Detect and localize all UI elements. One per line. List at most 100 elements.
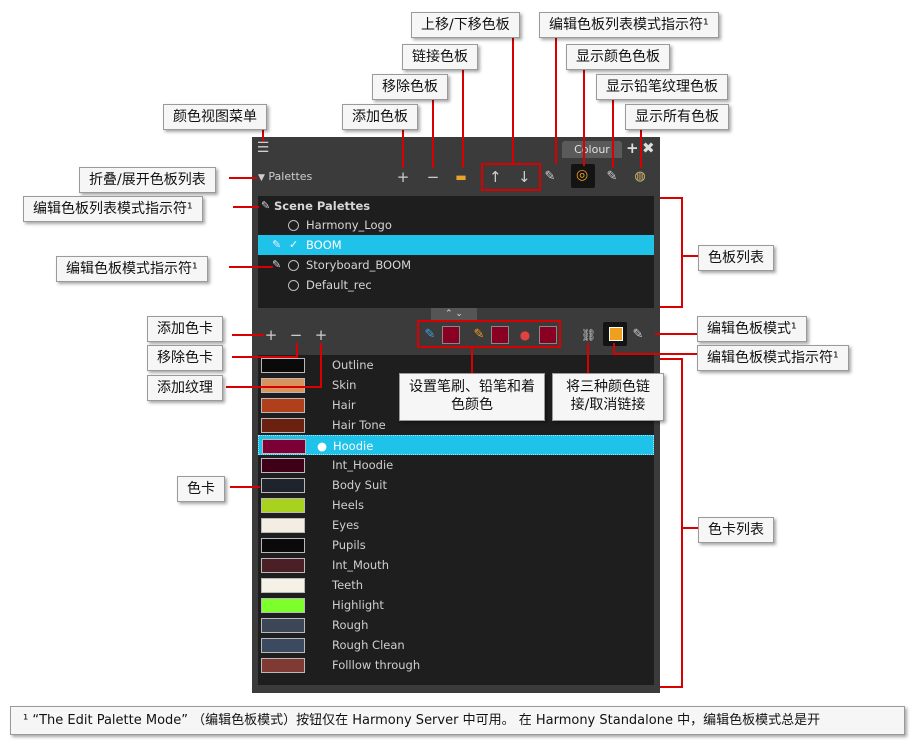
swatch-row[interactable]: Body Suit (258, 475, 654, 495)
leader-line (471, 348, 473, 373)
leader-line (655, 333, 697, 335)
callout-edit-palette-mode: 编辑色板模式¹ (697, 316, 807, 342)
scene-palettes-header: ✎ Scene Palettes (258, 196, 654, 216)
callout-swatch-list: 色卡列表 (698, 517, 774, 543)
leader-line (681, 255, 699, 257)
add-palette-button[interactable]: + (396, 169, 410, 185)
edit-palette-mode-indicator-icon: ✎ (632, 327, 644, 342)
swatch-row[interactable]: Teeth (258, 575, 654, 595)
remove-swatch-button[interactable]: − (289, 327, 303, 343)
leader-line (512, 32, 514, 163)
swatch-row[interactable]: Eyes (258, 515, 654, 535)
callout-palette-list: 色板列表 (698, 245, 774, 271)
palette-status-icon (288, 280, 299, 291)
swatch-row[interactable]: Rough (258, 615, 654, 635)
callout-edit-palette-list-mode-indicator-left: 编辑色板列表模式指示符¹ (23, 196, 203, 222)
swatch-colour (261, 638, 305, 653)
callout-colour-view-menu: 颜色视图菜单 (163, 104, 267, 130)
close-icon[interactable]: ✖ (642, 140, 655, 156)
callout-swatch: 色卡 (177, 476, 225, 502)
leader-line (432, 94, 434, 168)
leader-line (226, 386, 322, 388)
splitter-handle[interactable]: ⌃ ⌄ (431, 308, 477, 320)
swatch-colour (261, 578, 305, 593)
swatch-row[interactable]: Int_Mouth (258, 555, 654, 575)
link-colours-icon[interactable]: ⛓ (581, 327, 596, 343)
leader-line (229, 266, 273, 268)
swatch-colour (261, 538, 305, 553)
add-swatch-button[interactable]: + (264, 327, 278, 343)
selected-bullet: ● (317, 439, 328, 453)
palette-edit-mode-indicator-icon: ✎ (272, 258, 282, 271)
swatch-colour (261, 658, 305, 673)
callout-add-swatch: 添加色卡 (147, 316, 223, 342)
palette-status-icon (288, 220, 299, 231)
swatch-colour (261, 398, 305, 413)
leader-line (232, 334, 264, 336)
swatch-row[interactable]: ● Hoodie (258, 435, 654, 455)
leader-box-move-buttons (481, 163, 541, 191)
show-all-palettes-button[interactable]: ◍ (632, 169, 648, 185)
palette-list: ✎ Scene Palettes Harmony_Logo ✎ ✓ BOOM ✎… (258, 196, 654, 308)
leader-line (613, 353, 697, 355)
link-palette-folder-icon[interactable]: ▬ (454, 169, 468, 185)
swatch-row[interactable]: Heels (258, 495, 654, 515)
add-tab-icon[interactable]: + (626, 140, 639, 156)
palette-item[interactable]: Harmony_Logo (258, 215, 654, 235)
leader-line (462, 64, 464, 168)
callout-show-pencil-texture-palettes: 显示铅笔纹理色板 (596, 74, 728, 100)
leader-line (681, 358, 683, 688)
swatch-colour (261, 558, 305, 573)
leader-line (681, 197, 683, 308)
callout-add-texture: 添加纹理 (147, 375, 223, 401)
swatch-colour (261, 598, 305, 613)
leader-line (640, 124, 642, 168)
show-pencil-texture-palettes-button[interactable]: ✎ (604, 169, 620, 185)
swatch-row[interactable]: Pupils (258, 535, 654, 555)
swatch-row[interactable]: Rough Clean (258, 635, 654, 655)
colour-view-menu-icon[interactable]: ☰ (256, 140, 270, 156)
callout-edit-palette-mode-indicator-left: 编辑色板模式指示符¹ (56, 256, 208, 282)
callout-move-palette: 上移/下移色板 (411, 12, 520, 38)
leader-box-colour-set (417, 320, 561, 348)
palettes-label: Palettes (268, 170, 313, 183)
show-colour-palettes-button[interactable]: ◎ (571, 164, 595, 188)
swatch-row[interactable]: Outline (258, 355, 654, 375)
callout-link-palette: 链接色板 (402, 44, 478, 70)
check-icon: ✓ (289, 238, 299, 251)
leader-line (587, 343, 589, 373)
leader-line (402, 124, 404, 168)
leader-line (233, 206, 259, 208)
palette-item[interactable]: ✎ Storyboard_BOOM (258, 255, 654, 275)
leader-line (230, 486, 260, 488)
colour-palette-icon: ◎ (576, 167, 589, 183)
swatch-colour (261, 358, 305, 373)
swatch-row[interactable]: Folllow through (258, 655, 654, 675)
palette-item[interactable]: ✎ ✓ BOOM (258, 235, 654, 255)
edit-palette-mode-icon (609, 327, 623, 341)
leader-line (296, 343, 298, 358)
add-texture-button[interactable]: + (314, 327, 328, 343)
palette-item[interactable]: Default_rec (258, 275, 654, 295)
palette-status-icon (288, 260, 299, 271)
edit-palette-mode-button[interactable] (603, 322, 627, 346)
leader-line (660, 306, 682, 308)
leader-line (320, 343, 322, 388)
swatch-colour (261, 418, 305, 433)
palette-list-mode-pen-icon[interactable]: ✎ (543, 169, 557, 185)
leader-line (229, 177, 257, 179)
swatch-colour (261, 478, 305, 493)
leader-line (660, 686, 682, 688)
callout-remove-palette: 移除色板 (372, 74, 448, 100)
swatch-row[interactable]: Int_Hoodie (258, 455, 654, 475)
leader-line (681, 527, 699, 529)
collapse-expand-palette-list[interactable]: ▼ Palettes (258, 170, 312, 183)
callout-edit-palette-mode-indicator-right: 编辑色板模式指示符¹ (697, 345, 849, 371)
leader-line (583, 64, 585, 166)
palette-list-edit-mode-indicator-icon: ✎ (261, 199, 271, 212)
remove-palette-button[interactable]: − (426, 169, 440, 185)
callout-link-three-colours: 将三种颜色链接/取消链接 (552, 373, 664, 421)
swatch-row[interactable]: Highlight (258, 595, 654, 615)
callout-set-brush-pencil-paint: 设置笔刷、铅笔和着色颜色 (399, 373, 545, 421)
footnote: ¹ “The Edit Palette Mode” （编辑色板模式）按钮仅在 H… (10, 706, 905, 735)
